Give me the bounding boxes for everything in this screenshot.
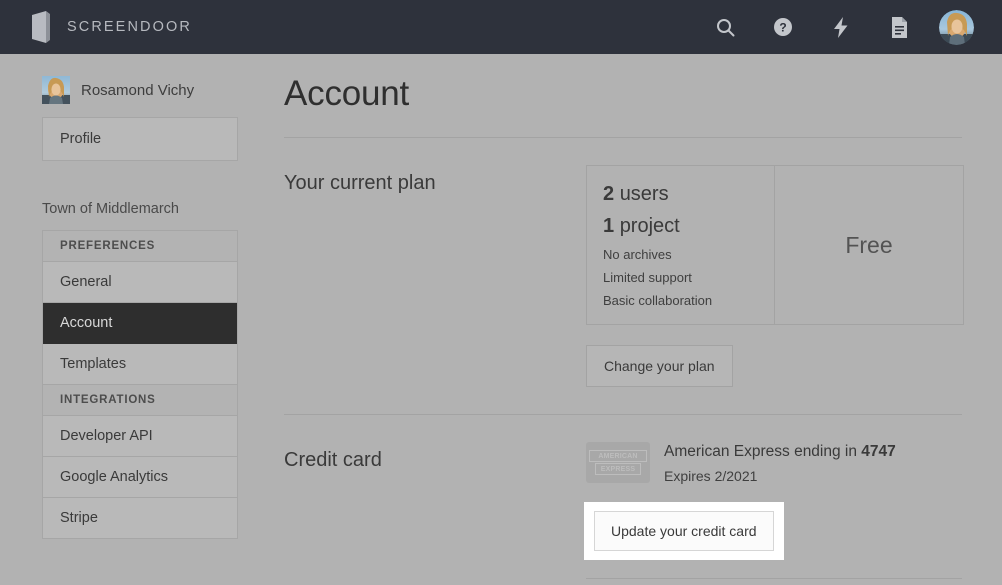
sidebar-item-account[interactable]: Account	[43, 303, 237, 344]
brand-name: SCREENDOOR	[67, 19, 192, 35]
credit-card-section: Credit card AMERICAN EXPRESS American Ex…	[284, 415, 962, 579]
brand-logo-link[interactable]: SCREENDOOR	[32, 11, 192, 43]
organization-name: Town of Middlemarch	[42, 201, 179, 217]
plan-projects-line: 1 project	[603, 215, 756, 238]
sidebar-user-name: Rosamond Vichy	[81, 81, 195, 99]
plan-feature: Limited support	[603, 270, 692, 285]
update-credit-card-button[interactable]: Update your credit card	[594, 511, 774, 551]
top-navigation-bar: SCREENDOOR ?	[0, 0, 1002, 54]
plan-card: 2 users 1 project No archives Limited su…	[586, 165, 964, 325]
activity-bolt-icon[interactable]	[812, 0, 870, 54]
credit-card-label: Credit card	[284, 449, 382, 471]
help-icon[interactable]: ?	[754, 0, 812, 54]
avatar[interactable]	[928, 0, 984, 54]
sidebar-menu-preferences: PREFERENCES General Account Templates IN…	[42, 230, 238, 539]
top-nav-actions: ?	[696, 0, 984, 54]
plan-projects-word: project	[619, 215, 680, 237]
plan-projects-count: 1	[603, 215, 615, 237]
plan-feature: Basic collaboration	[603, 293, 713, 308]
divider-bottom	[586, 578, 962, 579]
plan-users-line: 2 users	[603, 183, 756, 206]
update-card-spotlight: Update your credit card	[584, 502, 784, 560]
current-plan-label: Your current plan	[284, 172, 436, 194]
sidebar-item-general[interactable]: General	[43, 262, 237, 303]
search-icon[interactable]	[696, 0, 754, 54]
plan-feature: No archives	[603, 247, 672, 262]
plan-users-count: 2	[603, 183, 615, 205]
svg-text:?: ?	[779, 21, 786, 35]
plan-details: 2 users 1 project No archives Limited su…	[587, 166, 775, 324]
sidebar-item-templates[interactable]: Templates	[43, 344, 237, 385]
sidebar-user-row: Rosamond Vichy	[42, 76, 238, 104]
user-avatar-thumbnail	[42, 76, 70, 104]
current-plan-section: Your current plan 2 users 1 project No a…	[284, 138, 964, 387]
main-content: Account Your current plan 2 users 1 proj…	[280, 54, 1002, 585]
profile-button[interactable]: Profile	[42, 117, 238, 161]
credit-card-text: American Express ending in 4747 Expires …	[664, 442, 896, 484]
sidebar-section-header-integrations: INTEGRATIONS	[43, 385, 237, 416]
change-plan-button[interactable]: Change your plan	[586, 345, 733, 387]
credit-card-expiry: Expires 2/2021	[664, 468, 758, 484]
credit-card-brand-text: American Express ending in	[664, 443, 862, 460]
sidebar-section-header-preferences: PREFERENCES	[43, 231, 237, 262]
sidebar-item-google-analytics[interactable]: Google Analytics	[43, 457, 237, 498]
sidebar-item-developer-api[interactable]: Developer API	[43, 416, 237, 457]
page-title: Account	[284, 74, 410, 113]
page-body: Rosamond Vichy Profile Town of Middlemar…	[0, 54, 1002, 585]
document-icon[interactable]	[870, 0, 928, 54]
sidebar-item-stripe[interactable]: Stripe	[43, 498, 237, 538]
credit-card-row: AMERICAN EXPRESS American Express ending…	[586, 442, 962, 484]
amex-logo-line1: AMERICAN	[589, 450, 647, 462]
american-express-logo-icon: AMERICAN EXPRESS	[586, 442, 650, 483]
credit-card-body: AMERICAN EXPRESS American Express ending…	[584, 442, 962, 579]
door-icon	[32, 11, 50, 43]
credit-card-last4: 4747	[861, 443, 896, 460]
credit-card-description: American Express ending in 4747	[664, 443, 896, 461]
sidebar: Rosamond Vichy Profile Town of Middlemar…	[0, 54, 280, 585]
plan-users-word: users	[619, 183, 669, 205]
current-plan-body: 2 users 1 project No archives Limited su…	[586, 165, 964, 387]
avatar-image	[938, 9, 974, 45]
amex-logo-line2: EXPRESS	[595, 463, 641, 475]
plan-name: Free	[845, 231, 893, 258]
